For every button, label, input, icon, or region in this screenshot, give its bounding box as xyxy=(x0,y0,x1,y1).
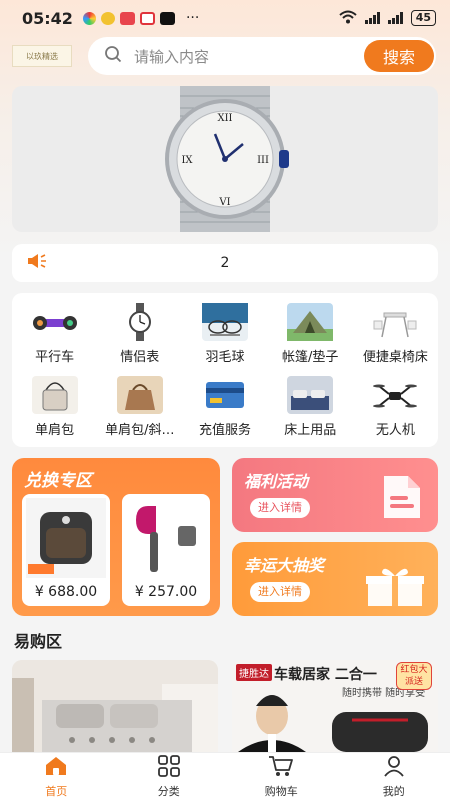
banner-carousel[interactable]: XII III VI IX xyxy=(12,86,438,232)
category-item[interactable]: 情侣表 xyxy=(97,297,182,370)
app-tiktok-icon xyxy=(159,11,175,25)
search-input[interactable]: 请输入内容 搜索 xyxy=(88,37,436,75)
tab-category[interactable]: 分类 xyxy=(113,753,226,800)
person-icon xyxy=(382,755,406,781)
tab-profile[interactable]: 我的 xyxy=(338,753,450,800)
exchange-product-price: ¥ 257.00 xyxy=(134,584,198,600)
svg-text:XII: XII xyxy=(217,113,232,124)
tab-label: 购物车 xyxy=(264,784,298,798)
logo-text: 以玖精选 xyxy=(26,51,58,61)
notice-text: 2 xyxy=(220,255,230,271)
exchange-product-card[interactable]: ¥ 688.00 xyxy=(22,494,110,606)
document-icon xyxy=(376,472,426,526)
category-label: 无人机 xyxy=(375,422,415,438)
category-item[interactable]: 平行车 xyxy=(12,297,97,370)
category-item[interactable]: 单肩包/斜… xyxy=(97,370,182,443)
card-icon xyxy=(202,376,248,414)
exchange-product-card[interactable]: ¥ 257.00 xyxy=(122,494,210,606)
welfare-card[interactable]: 福利活动 进入详情 xyxy=(232,458,438,532)
category-label: 床上用品 xyxy=(284,422,337,438)
watch-banner-image: XII III VI IX xyxy=(165,86,289,232)
battery-indicator: 45 xyxy=(410,10,436,26)
tab-label: 分类 xyxy=(157,784,180,798)
category-grid: 平行车 情侣表 羽毛球 帐篷/垫子 便捷桌椅床 单肩包 单肩包/斜… 充值服务 … xyxy=(12,293,438,447)
badminton-icon xyxy=(201,302,248,341)
bag-icon xyxy=(31,375,78,414)
exchange-zone[interactable]: 兑换专区 ¥ 688.00 ¥ 257.00 xyxy=(12,458,220,616)
grid-icon xyxy=(157,754,181,781)
status-more: ··· xyxy=(185,10,200,26)
category-label: 单肩包/斜… xyxy=(105,422,175,438)
search-icon xyxy=(104,45,122,67)
status-time: 05:42 xyxy=(22,8,73,28)
hair-dryer-image xyxy=(126,498,206,578)
logo: 以玖精选 xyxy=(12,45,72,67)
app-eye-icon xyxy=(100,11,115,25)
welfare-title: 福利活动 xyxy=(244,472,309,491)
welfare-detail-button[interactable]: 进入详情 xyxy=(250,498,310,518)
status-right: 45 xyxy=(339,10,436,27)
section-title: 易购区 xyxy=(14,632,63,651)
header: 以玖精选 请输入内容 搜索 xyxy=(0,36,450,76)
search-placeholder: 请输入内容 xyxy=(134,47,210,66)
lucky-detail-button[interactable]: 进入详情 xyxy=(250,582,310,602)
table-chair-icon xyxy=(372,303,418,341)
goods-card[interactable]: 捷胜达 车载居家 二合一 随时携带 随时享受 红包大派送 xyxy=(232,660,438,752)
category-label: 单肩包 xyxy=(35,422,75,438)
bedding-image xyxy=(12,660,218,752)
search-button[interactable]: 搜索 xyxy=(364,40,434,72)
gift-icon xyxy=(364,564,426,610)
svg-text:IX: IX xyxy=(181,155,193,166)
notice-bar[interactable]: 2 xyxy=(12,244,438,282)
goods-brand-badge: 捷胜达 xyxy=(236,664,272,681)
air-fryer-image xyxy=(26,498,106,578)
drone-icon xyxy=(372,376,418,414)
bottom-tab-bar: 首页 分类 购物车 我的 xyxy=(0,752,450,800)
exchange-title: 兑换专区 xyxy=(24,471,92,491)
goods-title: 车载居家 二合一 xyxy=(274,667,377,683)
category-label: 平行车 xyxy=(35,349,75,365)
category-item[interactable]: 床上用品 xyxy=(268,370,353,443)
tab-home[interactable]: 首页 xyxy=(0,753,113,800)
red-packet-badge: 红包大派送 xyxy=(396,662,432,690)
cart-icon xyxy=(268,755,294,781)
bed-icon xyxy=(287,375,334,414)
app-notify-icon xyxy=(82,11,96,25)
handbag-icon xyxy=(116,375,163,414)
tab-label: 首页 xyxy=(45,784,68,798)
category-item[interactable]: 羽毛球 xyxy=(182,297,267,370)
svg-text:VI: VI xyxy=(218,197,230,208)
category-item[interactable]: 单肩包 xyxy=(12,370,97,443)
app-home-icon xyxy=(119,11,135,25)
category-item[interactable]: 无人机 xyxy=(353,370,438,443)
app-video-icon xyxy=(139,11,155,25)
lucky-draw-card[interactable]: 幸运大抽奖 进入详情 xyxy=(232,542,438,616)
home-icon xyxy=(44,755,68,781)
category-item[interactable]: 帐篷/垫子 xyxy=(268,297,353,370)
status-bar: 05:42 ··· 45 xyxy=(0,0,450,36)
category-label: 羽毛球 xyxy=(205,349,245,365)
wifi-icon xyxy=(339,10,357,27)
category-label: 充值服务 xyxy=(198,422,251,438)
category-label: 帐篷/垫子 xyxy=(282,349,339,365)
signal-icon xyxy=(364,12,380,24)
svg-text:III: III xyxy=(257,155,269,166)
category-label: 情侣表 xyxy=(120,349,160,365)
tab-cart[interactable]: 购物车 xyxy=(225,753,338,800)
category-label: 便捷桌椅床 xyxy=(362,349,428,365)
tent-icon xyxy=(287,302,334,341)
goods-card[interactable] xyxy=(12,660,218,752)
signal-icon-2 xyxy=(387,12,403,24)
status-app-icons: ··· xyxy=(82,10,200,26)
lucky-title: 幸运大抽奖 xyxy=(244,556,325,575)
watch-icon xyxy=(117,302,163,341)
hoverboard-icon xyxy=(32,303,78,341)
tab-label: 我的 xyxy=(382,784,405,798)
category-item[interactable]: 便捷桌椅床 xyxy=(353,297,438,370)
category-item[interactable]: 充值服务 xyxy=(182,370,267,443)
exchange-product-price: ¥ 688.00 xyxy=(34,584,98,600)
